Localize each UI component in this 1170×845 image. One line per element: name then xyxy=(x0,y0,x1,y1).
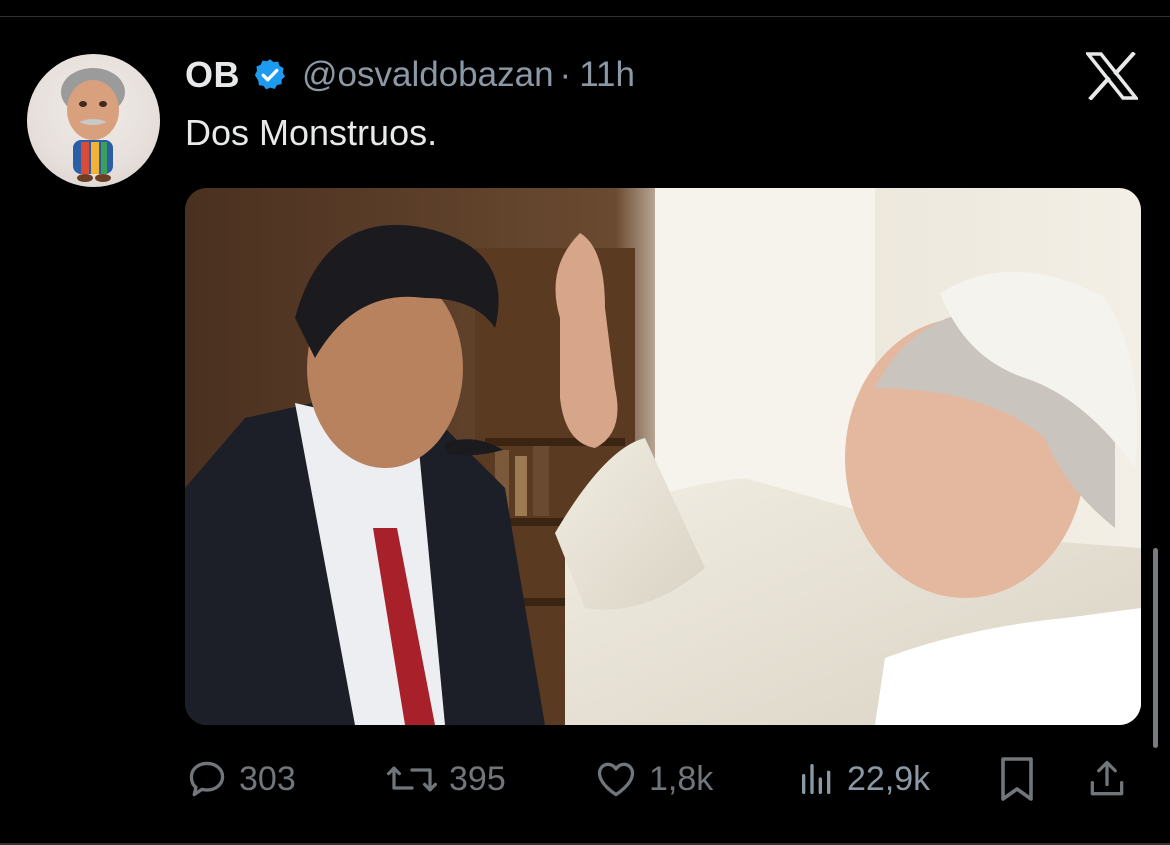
tweet-action-bar: 303 395 1,8k 22,9k xyxy=(185,752,1141,806)
reply-icon xyxy=(189,761,225,797)
like-count: 1,8k xyxy=(649,759,714,798)
views-button[interactable]: 22,9k xyxy=(797,752,930,806)
views-chart-icon xyxy=(802,764,831,794)
photo-two-men-blessing-icon xyxy=(185,188,1141,725)
repost-icon xyxy=(386,766,438,792)
repost-button[interactable]: 395 xyxy=(385,752,506,806)
author-avatar[interactable] xyxy=(27,54,160,187)
x-logo-icon xyxy=(1084,51,1140,101)
share-icon xyxy=(1090,760,1124,796)
author-display-name[interactable]: OB xyxy=(185,54,240,96)
tweet-media-photo[interactable] xyxy=(185,188,1141,725)
bookmark-icon xyxy=(1001,757,1033,801)
reply-count: 303 xyxy=(239,759,296,798)
author-handle[interactable]: @osvaldobazan xyxy=(302,55,554,95)
views-count: 22,9k xyxy=(847,759,931,798)
tweet-text: Dos Monstruos. xyxy=(185,112,438,153)
share-button[interactable] xyxy=(1085,752,1129,806)
reply-button[interactable]: 303 xyxy=(185,752,296,806)
meta-separator: · xyxy=(559,55,572,94)
like-button[interactable]: 1,8k xyxy=(593,752,713,806)
caricature-avatar-icon xyxy=(61,68,125,182)
heart-icon xyxy=(597,762,635,797)
top-divider xyxy=(0,16,1170,17)
tweet-timestamp[interactable]: 11h xyxy=(579,55,635,95)
tweet-header: OB @osvaldobazan · 11h xyxy=(185,50,635,100)
scrollbar[interactable] xyxy=(1153,548,1158,748)
verified-badge-icon[interactable] xyxy=(252,57,288,93)
repost-count: 395 xyxy=(449,759,506,798)
bookmark-button[interactable] xyxy=(997,752,1037,806)
